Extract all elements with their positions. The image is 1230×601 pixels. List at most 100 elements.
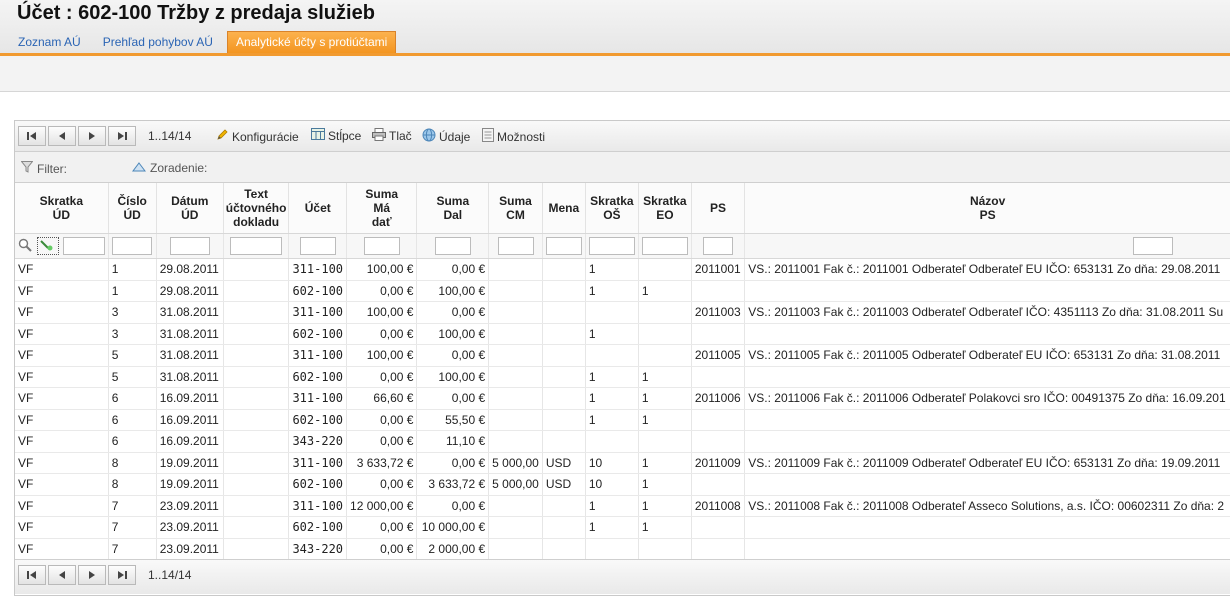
table-row[interactable]: VF 1 29.08.2011 311-100 100,00 €0,00 €1 20110… (15, 258, 1230, 281)
cell-mena (542, 430, 586, 453)
tab-analyticke-ucty[interactable]: Analytické účty s protiúčtami (226, 31, 397, 53)
column-header-mena[interactable]: Mena (542, 183, 586, 234)
cell-ps (691, 409, 746, 431)
pager (18, 126, 138, 146)
column-header-ps[interactable]: PS (691, 183, 746, 234)
cell-ucet: 602-100 (288, 409, 348, 431)
cell-datum-ud: 23.09.2011 (156, 516, 224, 539)
prev-page-icon[interactable] (48, 565, 76, 585)
cell-nazov-ps: VS.: 2011005 Fak č.: 2011005 Odberateľ O… (744, 344, 1230, 367)
next-page-icon[interactable] (78, 126, 106, 146)
table-row[interactable]: VF 6 16.09.2011 602-100 0,00 €55,50 € 1 1 (15, 409, 1230, 431)
table-row[interactable]: VF 7 23.09.2011 343-220 0,00 €2 000,00 € (15, 538, 1230, 560)
cell-ps: 2011005 (691, 344, 746, 367)
cell-ucet: 343-220 (288, 538, 348, 560)
cell-skratka-eo: 1 (638, 366, 692, 388)
table-row[interactable]: VF 5 31.08.2011 602-100 0,00 €100,00 € 1 1 (15, 366, 1230, 388)
cell-ps: 2011003 (691, 301, 746, 324)
filter-input-suma-cm[interactable] (497, 237, 534, 255)
table-row[interactable]: VF 6 16.09.2011 311-100 66,60 €0,00 €1 1 20110… (15, 387, 1230, 410)
last-page-icon[interactable] (108, 126, 136, 146)
table-row[interactable]: VF 6 16.09.2011 343-220 0,00 €11,10 € (15, 430, 1230, 453)
cell-mena (542, 538, 586, 560)
filter-input-mena[interactable] (545, 237, 582, 255)
cell-ucet: 602-100 (288, 473, 348, 496)
cell-suma-cm (488, 516, 543, 539)
table-row[interactable]: VF 3 31.08.2011 602-100 0,00 €100,00 € 1 (15, 323, 1230, 345)
cell-mena (542, 516, 586, 539)
cell-ps (691, 323, 746, 345)
last-page-icon[interactable] (108, 565, 136, 585)
filter-input-skratka-os[interactable] (588, 237, 635, 255)
first-page-icon[interactable] (18, 126, 46, 146)
table-row[interactable]: VF 8 19.09.2011 311-100 3 633,72 €0,00 €5 00… (15, 452, 1230, 474)
filter-input-cislo-ud[interactable] (112, 237, 153, 255)
cell-ucet: 311-100 (288, 301, 348, 324)
table-row[interactable]: VF 5 31.08.2011 311-100 100,00 €0,00 € 201100… (15, 344, 1230, 367)
cell-suma-md: 0,00 € (346, 516, 418, 539)
cell-skratka-ud: VF (15, 495, 109, 517)
cell-nazov-ps (744, 323, 1230, 345)
column-header-skratka-os[interactable]: Skratka OŠ (585, 183, 639, 234)
column-header-datum-ud[interactable]: Dátum ÚD (156, 183, 224, 234)
filter-input-datum-ud[interactable] (169, 237, 210, 255)
sort-toggle[interactable]: Zoradenie: (132, 161, 207, 175)
first-page-icon[interactable] (18, 565, 46, 585)
filter-input-text-ud[interactable] (230, 237, 283, 255)
next-page-icon[interactable] (78, 565, 106, 585)
cell-cislo-ud: 8 (108, 473, 157, 496)
cell-cislo-ud: 3 (108, 301, 157, 324)
triangle-up-icon (132, 161, 146, 175)
filter-cell-suma-dal (416, 233, 490, 259)
filter-cell-cislo-ud (108, 233, 157, 259)
cell-ps: 2011001 (691, 258, 746, 281)
cell-skratka-eo (638, 344, 692, 367)
filter-input-suma-md[interactable] (363, 237, 400, 255)
table-row[interactable]: VF 3 31.08.2011 311-100 100,00 €0,00 € 201100… (15, 301, 1230, 324)
filter-input-ucet[interactable] (299, 237, 336, 255)
column-header-cislo-ud[interactable]: Číslo ÚD (108, 183, 157, 234)
stlpce-button[interactable]: Stĺpce (311, 128, 361, 143)
tlac-button[interactable]: Tlač (372, 128, 412, 144)
tab-prehlad-pohybov-au[interactable]: Prehľad pohybov AÚ (95, 31, 221, 53)
filter-input-skratka-eo[interactable] (641, 237, 688, 255)
column-header-ucet[interactable]: Účet (288, 183, 348, 234)
column-header-nazov-ps[interactable]: Názov PS (744, 183, 1230, 234)
column-header-label: Dal (443, 208, 463, 222)
table-row[interactable]: VF 7 23.09.2011 602-100 0,00 €10 000,00 € 1 1 (15, 516, 1230, 539)
cell-nazov-ps (744, 473, 1230, 496)
tab-zoznam-au[interactable]: Zoznam AÚ (10, 31, 89, 53)
bottom-pager-info: 1..14/14 (148, 568, 192, 582)
filter-input-nazov-ps[interactable] (1133, 237, 1174, 255)
cell-ps (691, 516, 746, 539)
table-row[interactable]: VF 1 29.08.2011 602-100 0,00 €100,00 €1 1 (15, 280, 1230, 302)
magnifier-icon[interactable] (18, 238, 32, 255)
column-header-suma-md[interactable]: Suma Má dať (346, 183, 418, 234)
table-row[interactable]: VF 7 23.09.2011 311-100 12 000,00 €0,00 €1 1 2… (15, 495, 1230, 517)
cell-suma-md: 3 633,72 € (346, 452, 418, 474)
filter-input-ps[interactable] (703, 237, 734, 255)
column-header-suma-dal[interactable]: Suma Dal (416, 183, 490, 234)
column-header-skratka-ud[interactable]: Skratka ÚD (15, 183, 109, 234)
cell-text-ud (223, 538, 290, 560)
filter-input-suma-dal[interactable] (434, 237, 471, 255)
cell-skratka-os: 1 (585, 366, 639, 388)
filter-toggle[interactable]: Filter: (20, 161, 67, 176)
filter-input-skratka-ud[interactable] (62, 237, 105, 255)
cell-ps (691, 473, 746, 496)
filter-clear-icon[interactable] (37, 237, 60, 255)
column-header-text-ud[interactable]: Text účtovného dokladu (223, 183, 290, 234)
cell-ucet: 602-100 (288, 516, 348, 539)
cell-suma-dal: 10 000,00 € (416, 516, 490, 539)
column-header-label: ÚD (123, 208, 141, 222)
column-header-skratka-eo[interactable]: Skratka EO (638, 183, 692, 234)
cell-suma-md: 0,00 € (346, 280, 418, 302)
column-header-label: Dátum (171, 194, 209, 208)
table-row[interactable]: VF 8 19.09.2011 602-100 0,00 €3 633,72 €5 00… (15, 473, 1230, 496)
udaje-button[interactable]: Údaje (422, 128, 470, 145)
moznosti-button[interactable]: Možnosti (482, 128, 545, 145)
konfiguracie-button[interactable]: Konfigurácie (215, 128, 299, 145)
column-header-suma-cm[interactable]: Suma CM (488, 183, 543, 234)
prev-page-icon[interactable] (48, 126, 76, 146)
document-icon (482, 128, 494, 145)
